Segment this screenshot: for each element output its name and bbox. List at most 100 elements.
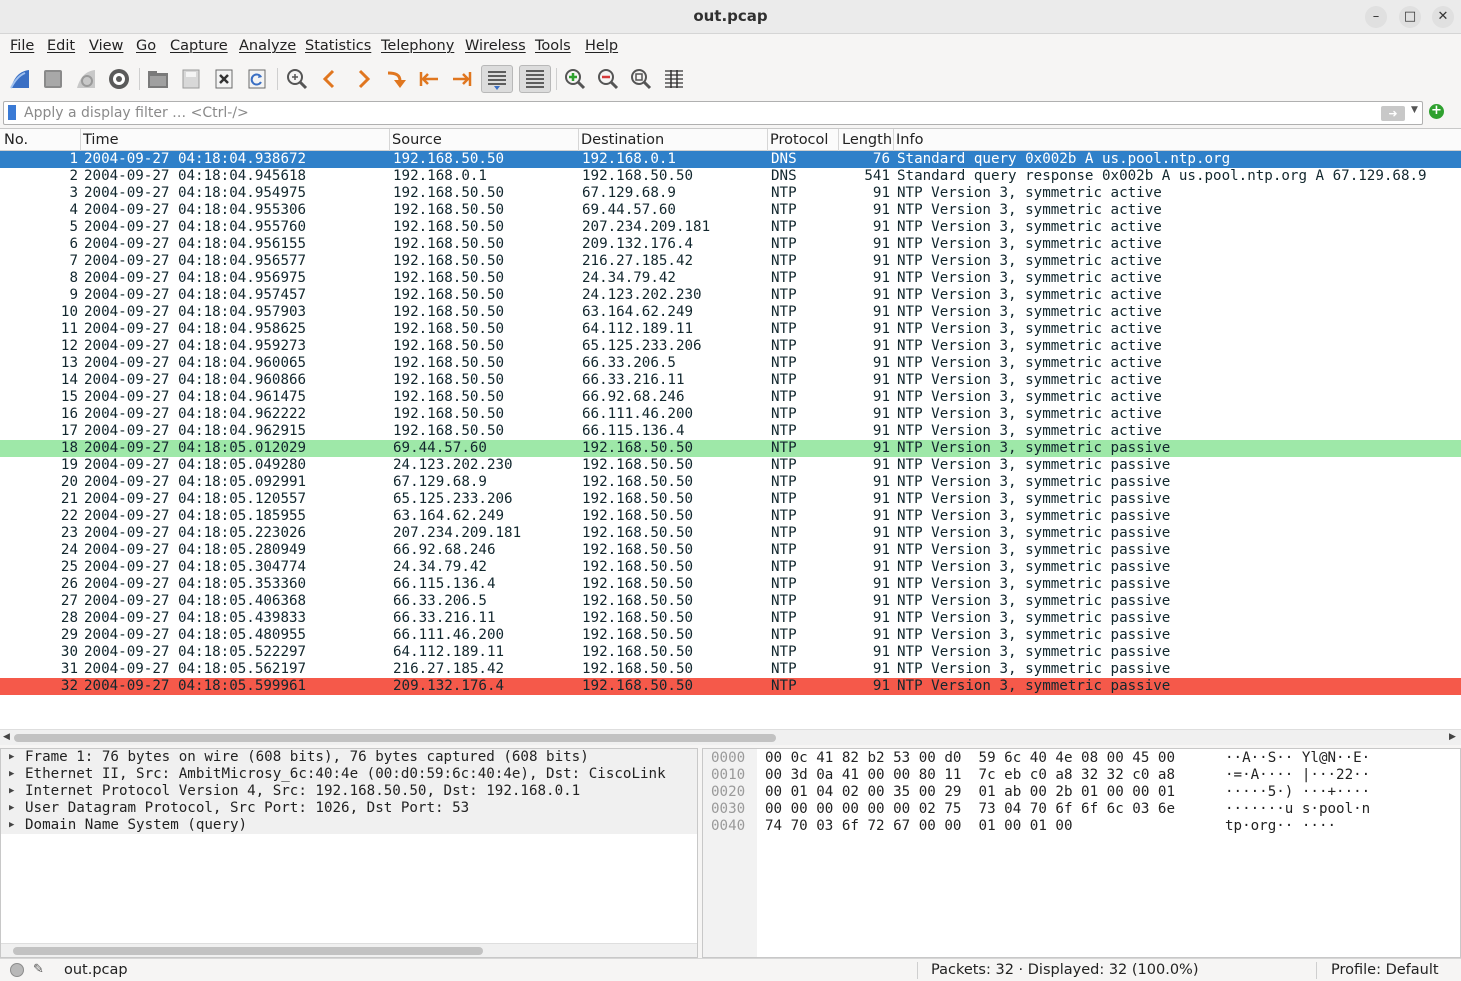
packet-row[interactable]: 17 2004-09-27 04:18:04.962915 192.168.50.5… <box>0 423 1461 440</box>
menu-wireless[interactable]: Wireless <box>465 38 526 54</box>
packet-row[interactable]: 30 2004-09-27 04:18:05.522297 64.112.189.1… <box>0 644 1461 661</box>
maximize-icon[interactable]: □ <box>1399 6 1421 28</box>
detail-row-dns[interactable]: ▶ Domain Name System (query) <box>1 817 697 834</box>
packet-row[interactable]: 26 2004-09-27 04:18:05.353360 66.115.136.4… <box>0 576 1461 593</box>
minimize-icon[interactable]: – <box>1365 6 1387 28</box>
close-file-icon[interactable] <box>210 65 238 93</box>
packet-row[interactable]: 15 2004-09-27 04:18:04.961475 192.168.50.5… <box>0 389 1461 406</box>
go-to-packet-icon[interactable] <box>382 65 410 93</box>
packet-cell-proto: NTP <box>771 389 797 405</box>
close-icon[interactable]: ✕ <box>1432 6 1454 28</box>
apply-filter-icon[interactable]: ➜ <box>1381 106 1405 121</box>
capture-options-icon[interactable] <box>105 65 133 93</box>
packet-row[interactable]: 29 2004-09-27 04:18:05.480955 66.111.46.20… <box>0 627 1461 644</box>
go-forward-icon[interactable] <box>349 65 377 93</box>
expand-arrow-icon[interactable]: ▶ <box>9 749 14 766</box>
bookmark-icon[interactable] <box>8 105 16 120</box>
packet-row[interactable]: 28 2004-09-27 04:18:05.439833 66.33.216.11… <box>0 610 1461 627</box>
expert-info-icon[interactable] <box>10 963 24 977</box>
column-header-time[interactable]: Time <box>83 132 119 148</box>
zoom-out-icon[interactable] <box>594 65 622 93</box>
menu-tools[interactable]: Tools <box>535 38 571 54</box>
column-header-destination[interactable]: Destination <box>581 132 664 148</box>
chevron-down-icon[interactable]: ▼ <box>1411 105 1418 115</box>
packet-row[interactable]: 8 2004-09-27 04:18:04.956975 192.168.50.50… <box>0 270 1461 287</box>
display-filter-input[interactable] <box>24 103 1364 123</box>
capture-comment-icon[interactable]: ✎ <box>33 962 44 977</box>
detail-row-udp[interactable]: ▶ User Datagram Protocol, Src Port: 1026,… <box>1 800 697 817</box>
packet-row[interactable]: 24 2004-09-27 04:18:05.280949 66.92.68.246… <box>0 542 1461 559</box>
menu-statistics[interactable]: Statistics <box>305 38 371 54</box>
packet-row[interactable]: 14 2004-09-27 04:18:04.960866 192.168.50.5… <box>0 372 1461 389</box>
packet-row[interactable]: 32 2004-09-27 04:18:05.599961 209.132.176.… <box>0 678 1461 695</box>
menu-view[interactable]: View <box>89 38 123 54</box>
packet-list-scrollbar[interactable]: ◀ ▶ <box>0 729 1461 745</box>
packet-row[interactable]: 5 2004-09-27 04:18:04.955760 192.168.50.50… <box>0 219 1461 236</box>
scroll-left-icon[interactable]: ◀ <box>3 732 10 742</box>
packet-row[interactable]: 25 2004-09-27 04:18:05.304774 24.34.79.42 1… <box>0 559 1461 576</box>
column-header-source[interactable]: Source <box>392 132 442 148</box>
normal-size-icon[interactable] <box>627 65 655 93</box>
go-back-icon[interactable] <box>316 65 344 93</box>
packet-row[interactable]: 9 2004-09-27 04:18:04.957457 192.168.50.50… <box>0 287 1461 304</box>
column-header-no[interactable]: No. <box>4 132 28 148</box>
packet-row[interactable]: 7 2004-09-27 04:18:04.956577 192.168.50.50… <box>0 253 1461 270</box>
auto-scroll-icon[interactable] <box>481 65 513 93</box>
scroll-right-icon[interactable]: ▶ <box>1449 732 1456 742</box>
resize-columns-icon[interactable] <box>660 65 688 93</box>
expand-arrow-icon[interactable]: ▶ <box>9 800 14 817</box>
stop-capture-icon[interactable] <box>39 65 67 93</box>
packet-row[interactable]: 11 2004-09-27 04:18:04.958625 192.168.50.5… <box>0 321 1461 338</box>
packet-row[interactable]: 22 2004-09-27 04:18:05.185955 63.164.62.24… <box>0 508 1461 525</box>
packet-row[interactable]: 23 2004-09-27 04:18:05.223026 207.234.209.… <box>0 525 1461 542</box>
expand-arrow-icon[interactable]: ▶ <box>9 817 14 834</box>
go-last-icon[interactable] <box>448 65 476 93</box>
detail-row-ethernet[interactable]: ▶ Ethernet II, Src: AmbitMicrosy_6c:40:4e… <box>1 766 697 783</box>
packet-row[interactable]: 4 2004-09-27 04:18:04.955306 192.168.50.50… <box>0 202 1461 219</box>
colorize-icon[interactable] <box>519 65 551 93</box>
add-filter-button-icon[interactable]: + <box>1429 104 1444 119</box>
packet-row[interactable]: 12 2004-09-27 04:18:04.959273 192.168.50.5… <box>0 338 1461 355</box>
menu-analyze[interactable]: Analyze <box>239 38 296 54</box>
packet-cell-info: NTP Version 3, symmetric passive <box>897 457 1171 473</box>
menu-telephony[interactable]: Telephony <box>381 38 454 54</box>
packet-row[interactable]: 2 2004-09-27 04:18:04.945618 192.168.0.1 19… <box>0 168 1461 185</box>
detail-row-ip[interactable]: ▶ Internet Protocol Version 4, Src: 192.1… <box>1 783 697 800</box>
save-file-icon[interactable] <box>177 65 205 93</box>
scrollbar-thumb[interactable] <box>14 734 776 742</box>
packet-row[interactable]: 10 2004-09-27 04:18:04.957903 192.168.50.5… <box>0 304 1461 321</box>
packet-row[interactable]: 20 2004-09-27 04:18:05.092991 67.129.68.9 1… <box>0 474 1461 491</box>
zoom-in-icon[interactable] <box>561 65 589 93</box>
packet-row[interactable]: 27 2004-09-27 04:18:05.406368 66.33.206.5 1… <box>0 593 1461 610</box>
column-header-info[interactable]: Info <box>896 132 923 148</box>
reload-file-icon[interactable] <box>243 65 271 93</box>
go-first-icon[interactable] <box>415 65 443 93</box>
menu-edit[interactable]: Edit <box>47 38 75 54</box>
restart-capture-icon[interactable] <box>72 65 100 93</box>
packet-row[interactable]: 1 2004-09-27 04:18:04.938672 192.168.50.50… <box>0 151 1461 168</box>
packet-row[interactable]: 19 2004-09-27 04:18:05.049280 24.123.202.2… <box>0 457 1461 474</box>
menu-capture[interactable]: Capture <box>170 38 228 54</box>
packet-row[interactable]: 16 2004-09-27 04:18:04.962222 192.168.50.5… <box>0 406 1461 423</box>
packet-row[interactable]: 21 2004-09-27 04:18:05.120557 65.125.233.2… <box>0 491 1461 508</box>
expand-arrow-icon[interactable]: ▶ <box>9 766 14 783</box>
packet-row[interactable]: 18 2004-09-27 04:18:05.012029 69.44.57.60 1… <box>0 440 1461 457</box>
expand-arrow-icon[interactable]: ▶ <box>9 783 14 800</box>
scrollbar-thumb[interactable] <box>13 947 483 955</box>
start-capture-icon[interactable] <box>6 65 34 93</box>
menu-help[interactable]: Help <box>585 38 618 54</box>
status-profile[interactable]: Profile: Default <box>1331 962 1439 978</box>
packet-row[interactable]: 6 2004-09-27 04:18:04.956155 192.168.50.50… <box>0 236 1461 253</box>
find-packet-icon[interactable] <box>283 65 311 93</box>
column-header-length[interactable]: Length <box>842 132 892 148</box>
column-header-protocol[interactable]: Protocol <box>770 132 828 148</box>
packet-cell-no: 21 <box>60 491 78 507</box>
detail-row-frame[interactable]: ▶ Frame 1: 76 bytes on wire (608 bits), 7… <box>1 749 697 766</box>
menu-go[interactable]: Go <box>136 38 156 54</box>
details-scrollbar[interactable] <box>1 943 697 957</box>
open-file-icon[interactable] <box>144 65 172 93</box>
menu-file[interactable]: File <box>10 38 34 54</box>
packet-row[interactable]: 13 2004-09-27 04:18:04.960065 192.168.50.5… <box>0 355 1461 372</box>
packet-row[interactable]: 31 2004-09-27 04:18:05.562197 216.27.185.4… <box>0 661 1461 678</box>
packet-row[interactable]: 3 2004-09-27 04:18:04.954975 192.168.50.50… <box>0 185 1461 202</box>
